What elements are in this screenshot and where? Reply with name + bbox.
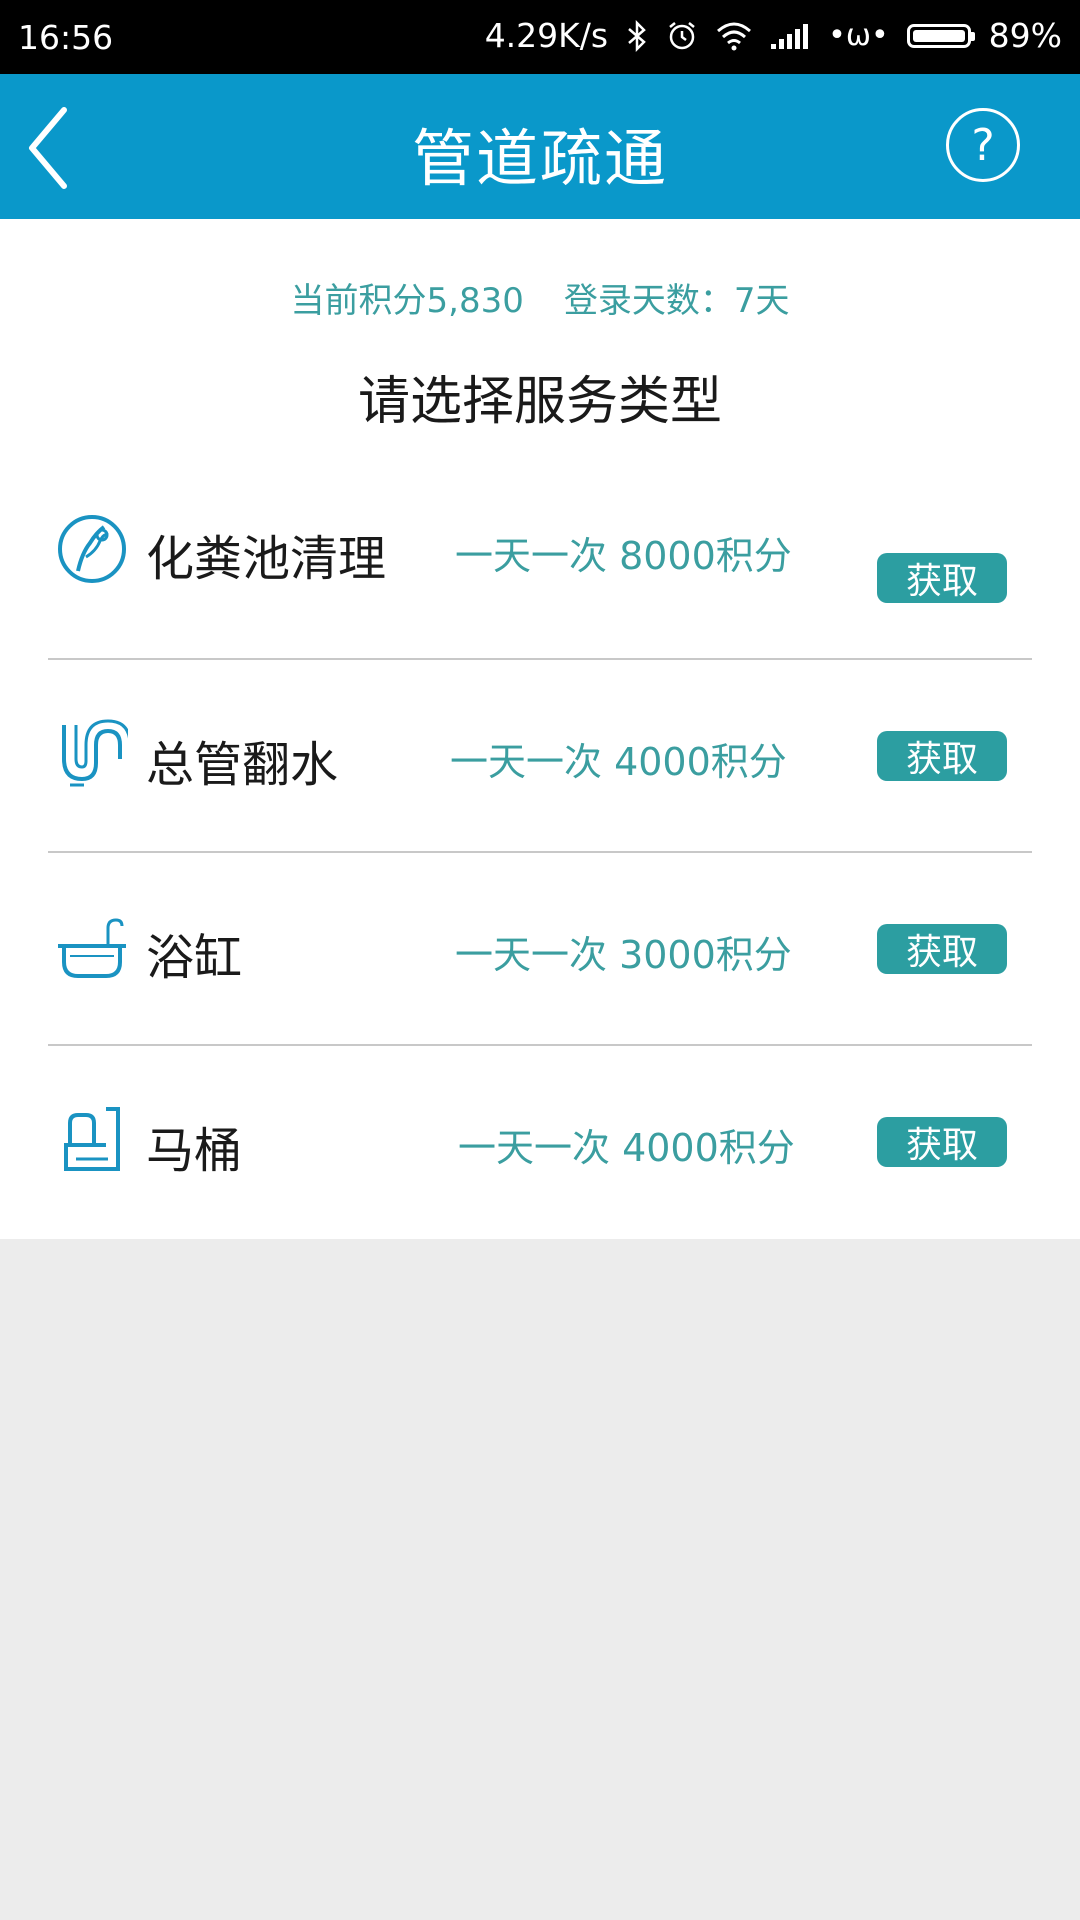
status-icons: 4.29K/s •ω• 89%	[485, 16, 1062, 55]
notification-dots-icon: •ω•	[828, 18, 889, 53]
status-time: 16:56	[18, 18, 114, 57]
signal-icon	[770, 22, 810, 50]
status-bar: 16:56 4.29K/s •ω• 89%	[0, 0, 1080, 74]
current-points: 当前积分5,830	[290, 281, 524, 321]
septic-tank-icon	[58, 515, 126, 583]
service-type-prompt: 请选择服务类型	[357, 372, 722, 432]
divider	[48, 1044, 1032, 1046]
header: 管道疏通 ?	[0, 74, 1080, 219]
service-row: 浴缸 一天一次 3000积分 获取	[0, 912, 1080, 1032]
points-summary: 当前积分5,830 登录天数：7天	[0, 273, 1080, 322]
get-button[interactable]: 获取	[877, 731, 1007, 781]
service-row: 化粪池清理 一天一次 8000积分 获取	[0, 513, 1080, 633]
service-desc: 一天一次 4000积分	[450, 740, 787, 784]
service-name: 浴缸	[146, 930, 243, 986]
divider	[48, 658, 1032, 660]
get-button[interactable]: 获取	[877, 924, 1007, 974]
network-speed: 4.29K/s	[484, 16, 609, 55]
service-name: 马桶	[146, 1123, 243, 1179]
main-panel: 当前积分5,830 登录天数：7天 请选择服务类型 化粪池清理 一天一次 8000…	[0, 219, 1080, 1239]
help-button[interactable]: ?	[946, 108, 1020, 182]
question-mark-icon: ?	[971, 119, 995, 171]
bathtub-icon	[58, 918, 126, 978]
service-row: 马桶 一天一次 4000积分 获取	[0, 1105, 1080, 1225]
service-name: 化粪池清理	[146, 531, 387, 587]
service-row: 总管翻水 一天一次 4000积分 获取	[0, 719, 1080, 839]
battery-icon	[906, 23, 975, 48]
divider	[48, 851, 1032, 853]
get-button[interactable]: 获取	[877, 553, 1007, 603]
wifi-icon	[716, 21, 752, 51]
page-title: 管道疏通	[411, 122, 668, 195]
service-desc: 一天一次 8000积分	[455, 534, 792, 578]
service-desc: 一天一次 3000积分	[455, 933, 792, 977]
service-name: 总管翻水	[146, 737, 339, 793]
pipe-icon	[62, 719, 128, 787]
service-desc: 一天一次 4000积分	[458, 1126, 795, 1170]
battery-percent: 89%	[988, 16, 1062, 55]
bluetooth-icon	[626, 19, 648, 52]
login-days: 登录天数：7天	[563, 281, 790, 321]
get-button[interactable]: 获取	[877, 1117, 1007, 1167]
toilet-icon	[64, 1107, 120, 1171]
alarm-icon	[666, 20, 698, 52]
